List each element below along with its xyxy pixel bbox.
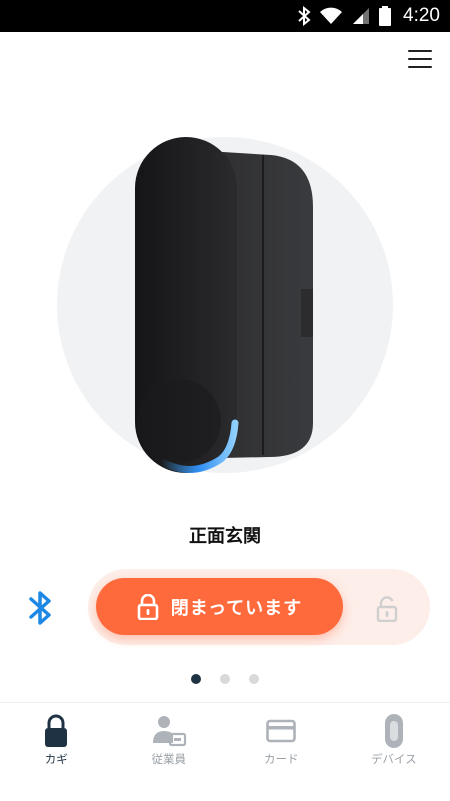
lock-state-label: 閉まっています <box>171 594 302 620</box>
lock-state-button[interactable]: 閉まっています <box>96 578 343 635</box>
device-image <box>57 137 393 473</box>
key-lock-icon <box>42 713 70 749</box>
nav-label-employees: 従業員 <box>152 751 187 767</box>
unlock-icon <box>376 596 398 622</box>
employee-icon <box>151 713 187 749</box>
wifi-icon <box>319 7 343 25</box>
smart-lock-device-illustration <box>57 137 393 473</box>
bluetooth-status-icon <box>297 6 311 26</box>
nav-item-keys[interactable]: カギ <box>0 703 113 801</box>
page-indicator <box>0 674 450 684</box>
nav-item-devices[interactable]: デバイス <box>338 703 450 801</box>
menu-icon[interactable] <box>408 50 432 70</box>
bluetooth-icon <box>27 588 55 628</box>
lock-closed-icon <box>137 594 159 620</box>
page-dot-2[interactable] <box>220 674 230 684</box>
nav-item-employees[interactable]: 従業員 <box>113 703 226 801</box>
status-icons: 4:20 <box>297 0 440 32</box>
page-dot-3[interactable] <box>249 674 259 684</box>
device-icon <box>382 713 406 749</box>
nav-label-devices: デバイス <box>371 751 417 767</box>
battery-icon <box>379 6 391 26</box>
card-icon <box>266 713 296 749</box>
bottom-navigation: カギ 従業員 カード デバイス <box>0 702 450 801</box>
device-name: 正面玄関 <box>0 522 450 548</box>
status-time: 4:20 <box>403 5 440 27</box>
nav-label-cards: カード <box>264 751 299 767</box>
nav-item-cards[interactable]: カード <box>225 703 338 801</box>
signal-icon <box>351 7 371 25</box>
nav-label-keys: カギ <box>45 751 68 767</box>
status-bar: 4:20 <box>0 0 450 32</box>
page-dot-1[interactable] <box>191 674 201 684</box>
